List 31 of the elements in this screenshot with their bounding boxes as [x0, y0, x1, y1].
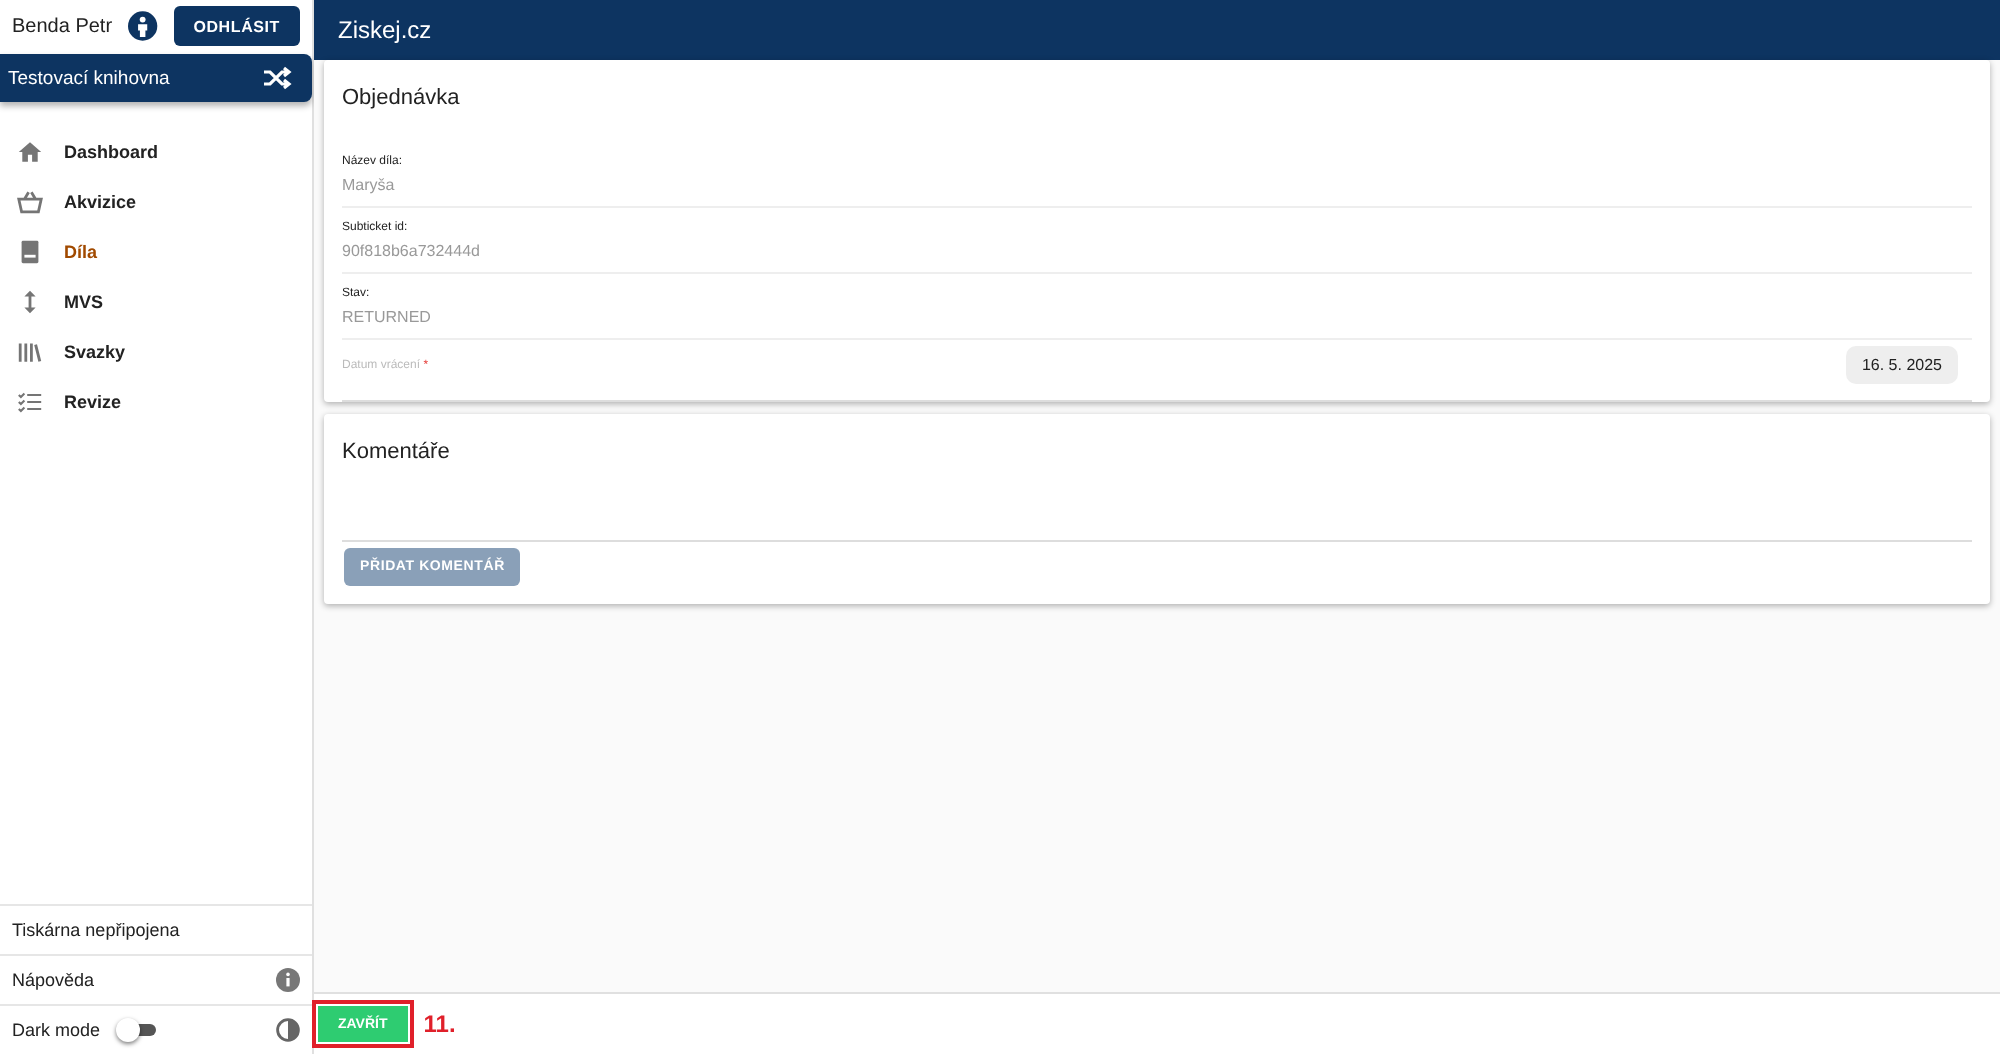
- book-icon: [16, 237, 44, 265]
- card-title: Objednávka: [342, 84, 462, 114]
- basket-icon: [16, 187, 44, 215]
- nav-item[interactable]: Revize: [0, 376, 312, 426]
- info-icon: [276, 968, 300, 992]
- help-item[interactable]: Nápověda: [0, 954, 312, 1004]
- date-chip[interactable]: 16. 5. 2025: [1845, 346, 1958, 384]
- step-annotation: 11.: [423, 1010, 456, 1038]
- dark-mode-toggle[interactable]: [116, 1018, 161, 1042]
- field-value: RETURNED: [342, 308, 433, 326]
- person-icon[interactable]: [128, 10, 158, 42]
- printer-status: Tiskárna nepřipojena: [12, 920, 182, 940]
- library-name: Testovací knihovna: [8, 67, 170, 89]
- field-value: Maryša: [342, 176, 397, 194]
- logout-button[interactable]: ODHLÁSIT: [173, 6, 300, 46]
- checklist-icon: [16, 387, 44, 415]
- nav-item[interactable]: Díla: [0, 226, 312, 276]
- dark-mode-label: Dark mode: [12, 1020, 101, 1040]
- home-icon: [16, 137, 44, 165]
- nav-item[interactable]: MVS: [0, 276, 312, 326]
- help-label: Nápověda: [12, 970, 97, 990]
- card-title: Komentáře: [342, 438, 452, 468]
- nav-item[interactable]: Akvizice: [0, 176, 312, 226]
- contrast-icon[interactable]: [276, 1018, 300, 1042]
- field-value: 90f818b6a732444d: [342, 242, 482, 260]
- nav-item[interactable]: Dashboard: [0, 126, 312, 176]
- user-name: Benda Petr: [12, 15, 113, 37]
- nav-item[interactable]: Svazky: [0, 326, 312, 376]
- shuffle-icon[interactable]: [264, 66, 292, 90]
- header-title: Ziskej.cz: [338, 16, 432, 44]
- library-bar[interactable]: Testovací knihovna: [0, 54, 312, 102]
